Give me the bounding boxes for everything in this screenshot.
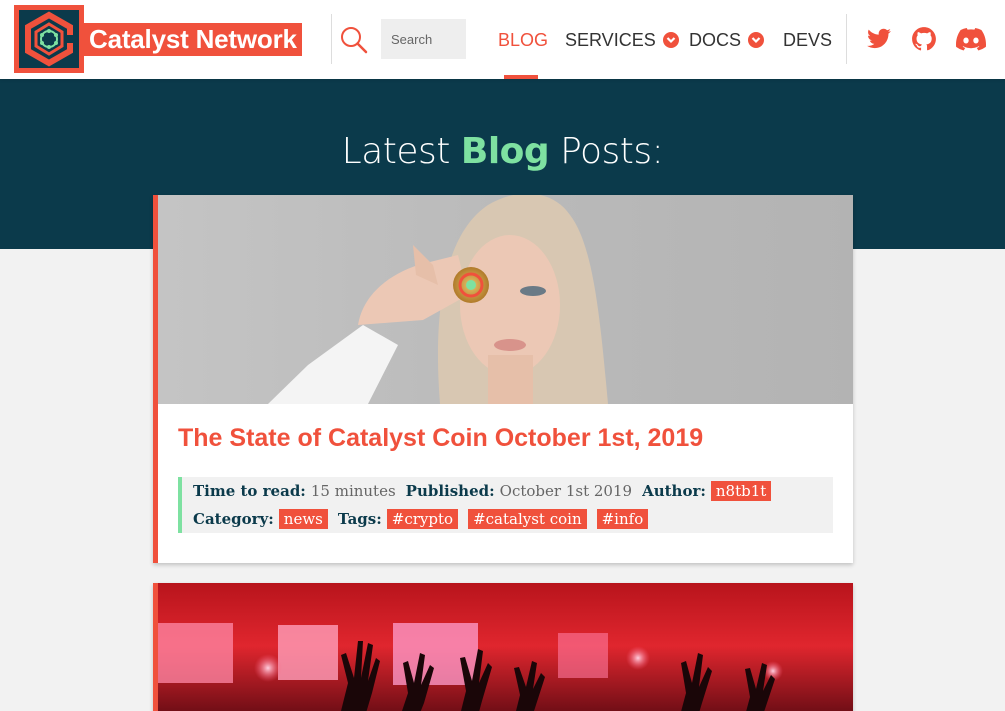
chevron-down-icon <box>662 32 679 48</box>
post-meta: Time to read: 15 minutes Published: Octo… <box>178 477 833 533</box>
discord-icon[interactable] <box>956 26 986 52</box>
tag-chip[interactable]: #crypto <box>386 509 459 529</box>
logo[interactable] <box>14 5 84 73</box>
tags-label: Tags: <box>337 510 382 528</box>
author-label: Author: <box>642 482 706 500</box>
nav-devs[interactable]: DEVS <box>783 29 832 51</box>
active-nav-indicator <box>504 75 538 79</box>
nav-blog[interactable]: BLOG <box>498 29 548 51</box>
twitter-icon[interactable] <box>865 26 893 52</box>
nav-services[interactable]: SERVICES <box>565 29 679 51</box>
page-title: Latest Blog Posts: <box>341 131 664 172</box>
tag-chip[interactable]: #catalyst coin <box>468 509 587 529</box>
nav-divider <box>331 14 332 64</box>
category-label: Category: <box>193 510 274 528</box>
nav-devs-label: DEVS <box>783 30 833 50</box>
published-label: Published: <box>405 482 495 500</box>
post-cover-image[interactable] <box>158 583 853 711</box>
search-input[interactable] <box>381 19 466 59</box>
published-value: October 1st 2019 <box>499 482 633 500</box>
post-meta-row: Time to read: 15 minutes Published: Octo… <box>193 480 781 502</box>
nav-divider <box>846 14 847 64</box>
nav-blog-label: BLOG <box>498 30 549 50</box>
author-chip[interactable]: n8tb1t <box>710 481 772 501</box>
chevron-down-icon <box>748 32 765 48</box>
github-icon[interactable] <box>910 26 938 52</box>
catalyst-logo-icon <box>19 10 79 68</box>
nav-services-label: SERVICES <box>565 30 656 50</box>
top-navbar: Catalyst Network BLOG SERVICES DOCS DEVS <box>0 0 1005 79</box>
post-cover-image[interactable] <box>158 195 853 404</box>
post-meta-row: Category: news Tags: #crypto #catalyst c… <box>193 508 658 530</box>
time-to-read-value: 15 minutes <box>310 482 396 500</box>
blog-post-card[interactable] <box>153 583 853 711</box>
nav-docs[interactable]: DOCS <box>689 29 765 51</box>
search-icon[interactable] <box>340 26 368 54</box>
blog-post-card[interactable]: The State of Catalyst Coin October 1st, … <box>153 195 853 563</box>
category-chip[interactable]: news <box>278 509 328 529</box>
brand-name[interactable]: Catalyst Network <box>84 23 302 56</box>
post-title[interactable]: The State of Catalyst Coin October 1st, … <box>178 424 703 453</box>
nav-docs-label: DOCS <box>689 30 742 50</box>
time-to-read-label: Time to read: <box>193 482 306 500</box>
tag-chip[interactable]: #info <box>596 509 649 529</box>
